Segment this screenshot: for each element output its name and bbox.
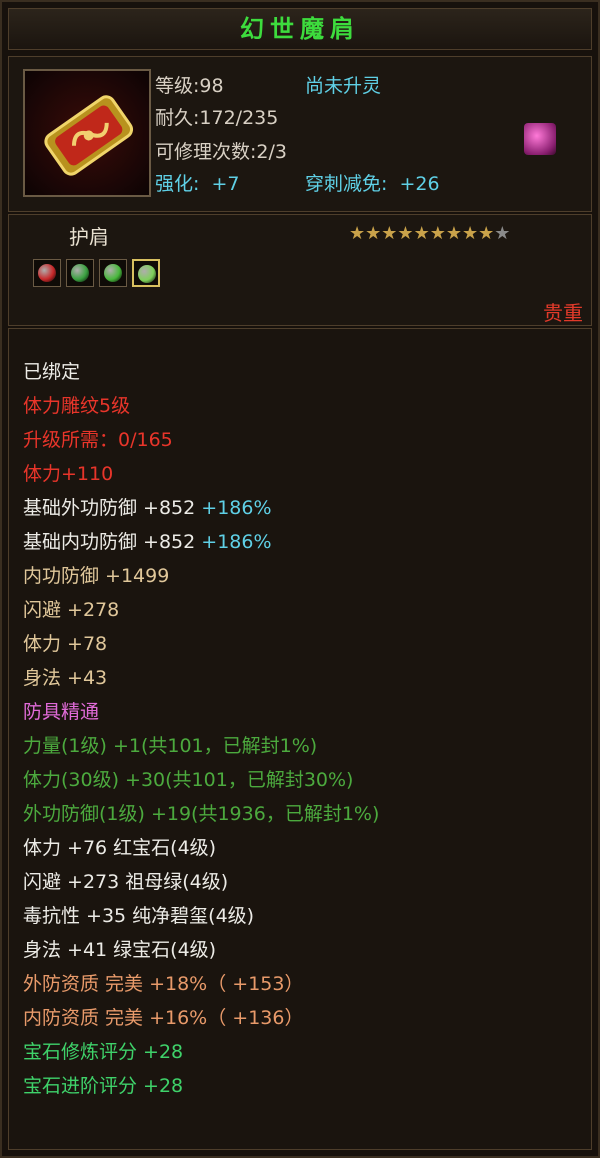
inner-defense: 内功防御 +1499 bbox=[23, 565, 170, 587]
slot-type: 护肩 bbox=[69, 225, 109, 249]
gem-slot-icon[interactable] bbox=[99, 259, 127, 287]
star-filled-icon: ★ bbox=[445, 223, 462, 244]
gem-tourmaline-stat: 毒抗性 +35 纯净碧玺(4级) bbox=[23, 905, 255, 927]
outer-defense-quality: 外防资质 完美 +18%（ +153） bbox=[23, 973, 304, 995]
shoulder-armor-icon bbox=[23, 69, 151, 197]
pierce-value: +26 bbox=[399, 173, 440, 195]
gem-emerald-stat: 闪避 +273 祖母绿(4级) bbox=[23, 871, 229, 893]
gem-slot-icon[interactable] bbox=[66, 259, 94, 287]
mastery-outer-defense: 外功防御(1级) +19(共1936，已解封1%) bbox=[23, 803, 380, 825]
spirit-status: 尚未升灵 bbox=[305, 75, 382, 97]
star-filled-icon: ★ bbox=[413, 223, 430, 244]
bound-status: 已绑定 bbox=[23, 361, 81, 383]
quality-label: 贵重 bbox=[543, 301, 583, 325]
level-text: 等级:98 bbox=[155, 75, 224, 97]
slot-panel: 护肩 ★★★★★★★★★★ 贵重 bbox=[8, 214, 592, 326]
gem-green-stat: 身法 +41 绿宝石(4级) bbox=[23, 939, 217, 961]
repair-count-text: 可修理次数:2/3 bbox=[155, 141, 287, 163]
enhance-label: 强化: bbox=[155, 173, 200, 195]
pierce-label: 穿刺减免: bbox=[305, 173, 388, 195]
stamina: 体力 +78 bbox=[23, 633, 108, 655]
base-outer-defense-pct: +186% bbox=[201, 497, 272, 519]
enhance-value: +7 bbox=[211, 173, 240, 195]
item-name: 幻世魔肩 bbox=[240, 15, 360, 43]
spirit-icon[interactable] bbox=[524, 123, 556, 155]
star-filled-icon: ★ bbox=[429, 223, 446, 244]
gem-ruby-stat: 体力 +76 红宝石(4级) bbox=[23, 837, 217, 859]
gem-slot-icon[interactable] bbox=[33, 259, 61, 287]
item-tooltip: 幻世魔肩 等级:98 尚未升灵 耐久:172/235 可修理次数:2/3 强化:… bbox=[0, 0, 600, 1158]
star-filled-icon: ★ bbox=[365, 223, 382, 244]
armor-mastery-title: 防具精通 bbox=[23, 701, 100, 723]
enhance-stat: 强化: +7 bbox=[155, 169, 239, 196]
star-empty-icon: ★ bbox=[494, 223, 511, 244]
base-outer-defense-value: 基础外功防御 +852 bbox=[23, 497, 196, 519]
star-filled-icon: ★ bbox=[461, 223, 479, 244]
inner-defense-quality: 内防资质 完美 +16%（ +136） bbox=[23, 1007, 304, 1029]
pierce-reduction-stat: 穿刺减免: +26 bbox=[305, 169, 440, 196]
mastery-strength: 力量(1级) +1(共101，已解封1%) bbox=[23, 735, 318, 757]
mastery-stamina: 体力(30级) +30(共101，已解封30%) bbox=[23, 769, 354, 791]
dodge: 闪避 +278 bbox=[23, 599, 120, 621]
item-summary-panel: 等级:98 尚未升灵 耐久:172/235 可修理次数:2/3 强化: +7 穿… bbox=[8, 56, 592, 212]
upgrade-requirement: 升级所需：0/165 bbox=[23, 429, 173, 451]
gem-advance-score: 宝石进阶评分 +28 bbox=[23, 1075, 184, 1097]
agility: 身法 +43 bbox=[23, 667, 108, 689]
star-rating: ★★★★★★★★★★ bbox=[349, 223, 510, 244]
base-inner-defense-pct: +186% bbox=[201, 531, 272, 553]
gem-slot-icon[interactable] bbox=[132, 259, 160, 287]
star-filled-icon: ★ bbox=[397, 223, 414, 244]
durability-text: 耐久:172/235 bbox=[155, 107, 279, 129]
base-outer-defense: 基础外功防御 +852 +186% bbox=[23, 493, 272, 520]
stamina-bonus-red: 体力+110 bbox=[23, 463, 114, 485]
carving-level: 体力雕纹5级 bbox=[23, 395, 131, 417]
base-inner-defense: 基础内功防御 +852 +186% bbox=[23, 527, 272, 554]
title-bar: 幻世魔肩 bbox=[8, 8, 592, 50]
gem-refine-score: 宝石修炼评分 +28 bbox=[23, 1041, 184, 1063]
star-filled-icon: ★ bbox=[381, 223, 398, 244]
attribute-list: 已绑定 体力雕纹5级 升级所需：0/165 体力+110 基础外功防御 +852… bbox=[8, 328, 592, 1150]
star-filled-icon: ★ bbox=[478, 223, 495, 244]
base-inner-defense-value: 基础内功防御 +852 bbox=[23, 531, 196, 553]
gem-slots bbox=[33, 259, 165, 289]
star-filled-icon: ★ bbox=[349, 223, 366, 244]
